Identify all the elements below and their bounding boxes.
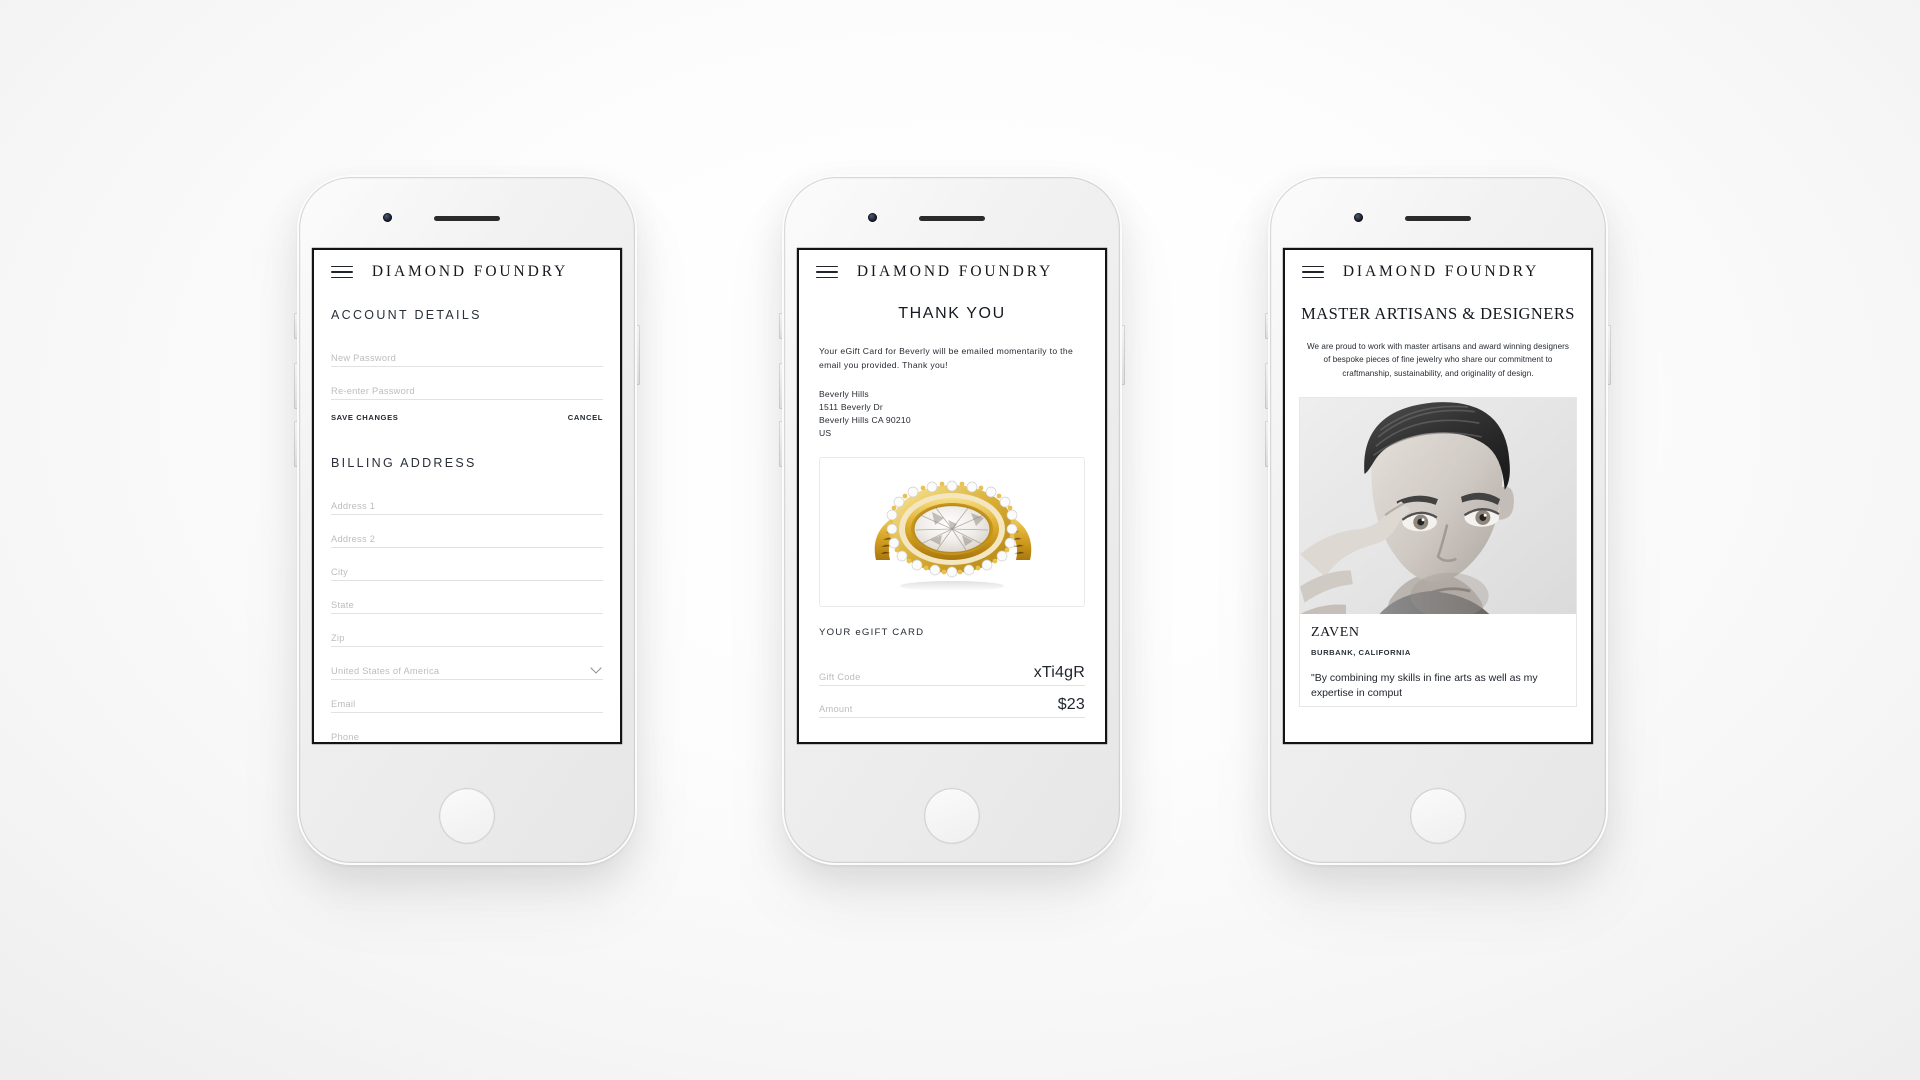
phone-showcase-stage: DIAMOND FOUNDRY ACCOUNT DETAILS New Pass… — [0, 0, 1920, 1080]
volume-down-button[interactable] — [294, 421, 298, 467]
phone-screen-account-details: DIAMOND FOUNDRY ACCOUNT DETAILS New Pass… — [314, 250, 620, 742]
state-placeholder: State — [331, 600, 354, 610]
billing-address-heading: BILLING ADDRESS — [331, 456, 477, 470]
phone-screen-artisans: DIAMOND FOUNDRY MASTER ARTISANS & DESIGN… — [1285, 250, 1591, 742]
artisan-name: ZAVEN — [1311, 625, 1360, 641]
account-cancel-button[interactable]: CANCEL — [568, 413, 603, 422]
home-button[interactable] — [1410, 788, 1466, 844]
gift-amount-value: $23 — [1057, 696, 1085, 714]
phone-device-artisans: DIAMOND FOUNDRY MASTER ARTISANS & DESIGN… — [1265, 175, 1611, 865]
oval-diamond-halo-gold-ring-image — [874, 480, 1031, 592]
country-select[interactable]: United States of America — [331, 648, 603, 680]
mute-switch[interactable] — [1265, 313, 1269, 339]
volume-down-button[interactable] — [779, 421, 783, 467]
phone-field[interactable]: Phone — [331, 714, 603, 742]
artisans-intro-text: We are proud to work with master artisan… — [1307, 342, 1569, 378]
city-placeholder: City — [331, 567, 349, 577]
thank-you-message: Your eGift Card for Beverly will be emai… — [819, 346, 1074, 370]
gift-amount-label: Amount — [819, 704, 853, 715]
account-details-heading: ACCOUNT DETAILS — [331, 308, 482, 322]
address-line-4: US — [819, 428, 832, 439]
artisans-heading: MASTER ARTISANS & DESIGNERS — [1301, 304, 1575, 323]
address2-field[interactable]: Address 2 — [331, 516, 603, 548]
address1-placeholder: Address 1 — [331, 501, 376, 511]
zaven-portrait-photo — [1300, 398, 1576, 615]
city-field[interactable]: City — [331, 549, 603, 581]
phone-screen-thank-you: DIAMOND FOUNDRY THANK YOU Your eGift Car… — [799, 250, 1105, 742]
address1-field[interactable]: Address 1 — [331, 483, 603, 515]
product-image-card — [819, 457, 1085, 608]
mute-switch[interactable] — [779, 313, 783, 339]
gift-amount-field: Amount $23 — [819, 686, 1085, 719]
artisan-info: ZAVEN BURBANK, CALIFORNIA "By combining … — [1300, 614, 1576, 705]
recipient-address: Beverly Hills 1511 Beverly Dr Beverly Hi… — [819, 388, 1085, 440]
artisan-card[interactable]: ZAVEN BURBANK, CALIFORNIA "By combining … — [1299, 397, 1577, 707]
email-field[interactable]: Email — [331, 681, 603, 713]
hamburger-menu-icon[interactable] — [331, 265, 353, 279]
phone-device-account-details: DIAMOND FOUNDRY ACCOUNT DETAILS New Pass… — [294, 175, 640, 865]
new-password-placeholder: New Password — [331, 353, 397, 363]
reenter-password-placeholder: Re-enter Password — [331, 386, 415, 396]
home-button[interactable] — [924, 788, 980, 844]
account-details-form: ACCOUNT DETAILS New Password Re-enter Pa… — [314, 294, 620, 742]
volume-up-button[interactable] — [1265, 363, 1269, 409]
artisan-quote: "By combining my skills in fine arts as … — [1311, 672, 1538, 700]
power-button[interactable] — [1121, 325, 1125, 385]
state-field[interactable]: State — [331, 582, 603, 614]
new-password-field[interactable]: New Password — [331, 335, 603, 367]
site-header: DIAMOND FOUNDRY — [799, 250, 1105, 294]
gift-code-label: Gift Code — [819, 672, 861, 683]
site-header: DIAMOND FOUNDRY — [314, 250, 620, 294]
zip-placeholder: Zip — [331, 633, 345, 643]
power-button[interactable] — [636, 325, 640, 385]
site-header: DIAMOND FOUNDRY — [1285, 250, 1591, 294]
country-selected-value: United States of America — [331, 666, 440, 676]
address-line-2: 1511 Beverly Dr — [819, 401, 883, 412]
zip-field[interactable]: Zip — [331, 615, 603, 647]
volume-up-button[interactable] — [779, 363, 783, 409]
volume-down-button[interactable] — [1265, 421, 1269, 467]
egift-card-heading: YOUR eGIFT CARD — [819, 627, 925, 639]
gift-code-value: xTi4gR — [1033, 664, 1085, 682]
address2-placeholder: Address 2 — [331, 534, 376, 544]
front-camera — [1354, 213, 1363, 222]
brand-wordmark: DIAMOND FOUNDRY — [1342, 263, 1540, 280]
hamburger-menu-icon[interactable] — [816, 265, 838, 279]
thank-you-heading: THANK YOU — [898, 305, 1006, 322]
hamburger-menu-icon[interactable] — [1302, 265, 1324, 279]
account-actions-row: SAVE CHANGES CANCEL — [331, 413, 603, 422]
thank-you-content: THANK YOU Your eGift Card for Beverly wi… — [799, 294, 1105, 719]
power-button[interactable] — [1607, 325, 1611, 385]
front-camera — [868, 213, 877, 222]
front-camera — [383, 213, 392, 222]
reenter-password-field[interactable]: Re-enter Password — [331, 368, 603, 400]
earpiece-speaker — [919, 216, 985, 221]
brand-wordmark: DIAMOND FOUNDRY — [856, 263, 1054, 280]
brand-wordmark: DIAMOND FOUNDRY — [371, 263, 569, 280]
account-save-changes-button[interactable]: SAVE CHANGES — [331, 413, 398, 422]
gift-code-field: Gift Code xTi4gR — [819, 654, 1085, 687]
phone-placeholder: Phone — [331, 732, 360, 742]
earpiece-speaker — [434, 216, 500, 221]
artisan-location: BURBANK, CALIFORNIA — [1311, 648, 1411, 658]
home-button[interactable] — [439, 788, 495, 844]
email-placeholder: Email — [331, 699, 356, 709]
chevron-down-icon — [592, 663, 603, 674]
mute-switch[interactable] — [294, 313, 298, 339]
earpiece-speaker — [1405, 216, 1471, 221]
phone-device-thank-you: DIAMOND FOUNDRY THANK YOU Your eGift Car… — [779, 175, 1125, 865]
artisans-content: MASTER ARTISANS & DESIGNERS We are proud… — [1285, 294, 1591, 707]
address-line-1: Beverly Hills — [819, 388, 869, 399]
volume-up-button[interactable] — [294, 363, 298, 409]
address-line-3: Beverly Hills CA 90210 — [819, 414, 911, 425]
